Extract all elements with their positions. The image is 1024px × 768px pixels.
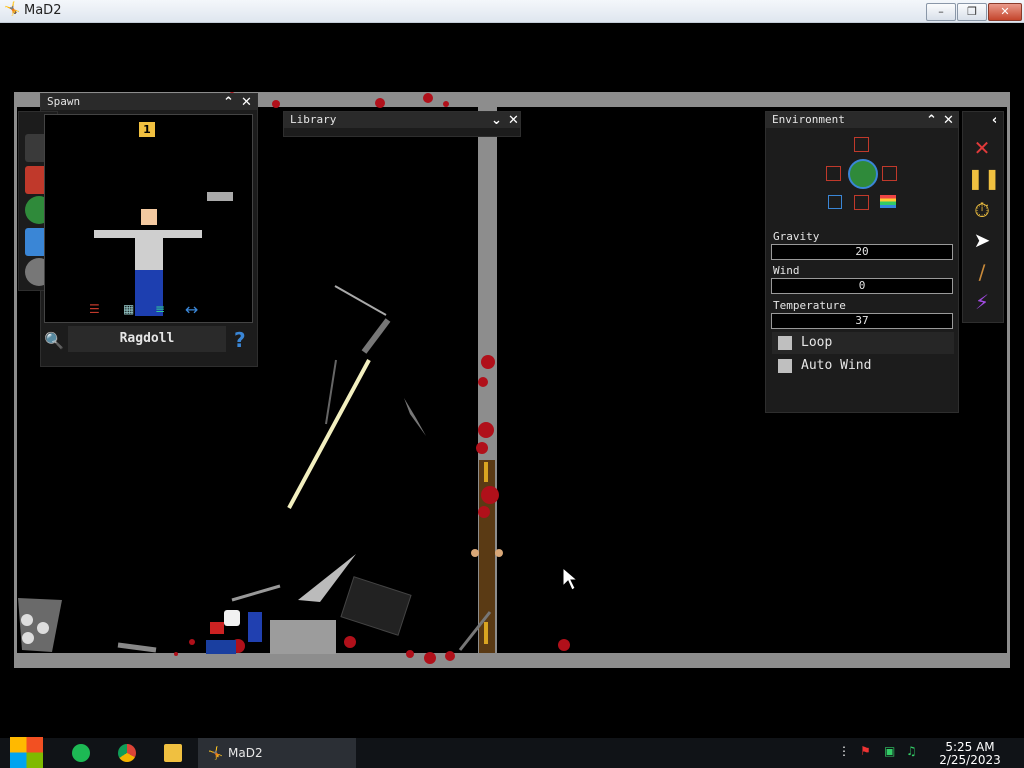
sliders-icon[interactable]: ☰ <box>89 302 105 316</box>
loop-checkbox[interactable] <box>778 336 792 350</box>
chrome-icon[interactable] <box>118 744 136 762</box>
taskbar-clock[interactable]: 5:25 AM 2/25/2023 <box>930 741 1010 767</box>
auto-wind-checkbox[interactable] <box>778 359 792 373</box>
volume-icon[interactable]: ♫ <box>906 744 917 758</box>
clear-icon[interactable]: ✕ <box>967 134 997 162</box>
app-icon: 🤸 <box>208 746 223 760</box>
wind-field[interactable]: 0 <box>771 278 953 294</box>
folder-icon[interactable] <box>164 744 182 762</box>
flip-icon[interactable]: ↔ <box>185 300 207 319</box>
edge-right-toggle[interactable] <box>882 166 897 181</box>
clock-date: 2/25/2023 <box>939 753 1001 767</box>
temperature-field[interactable]: 37 <box>771 313 953 329</box>
ragdoll-head <box>141 209 157 225</box>
ragdoll-torso <box>135 230 163 270</box>
stopwatch-icon[interactable]: ⏱ <box>967 196 997 224</box>
selected-item-name: Ragdoll <box>68 326 226 352</box>
edge-bottom-toggle[interactable] <box>854 195 869 210</box>
pointer-icon[interactable]: ➤ <box>967 226 997 254</box>
taskbar-app-mad2[interactable]: 🤸 MaD2 <box>198 738 356 768</box>
close-icon[interactable]: ✕ <box>506 113 521 128</box>
auto-wind-label: Auto Wind <box>801 358 872 373</box>
collapse-icon[interactable]: ⌃ <box>924 113 939 128</box>
close-icon[interactable]: ✕ <box>239 95 254 110</box>
temperature-label: Temperature <box>773 299 846 312</box>
more-icon[interactable]: ⋮ <box>838 744 850 758</box>
library-panel-title: Library <box>284 112 520 128</box>
dropdown-icon[interactable]: ⌄ <box>489 113 504 128</box>
count-badge: 1 <box>139 122 155 137</box>
gravity-label: Gravity <box>773 230 820 243</box>
flag-icon[interactable]: ⚑ <box>860 744 871 758</box>
preview-item <box>207 192 233 201</box>
collapse-icon[interactable]: ⌃ <box>221 95 236 110</box>
auto-wind-checkbox-row[interactable]: Auto Wind <box>772 355 954 377</box>
pause-icon[interactable]: ❚❚ <box>967 164 1001 192</box>
wrap-toggle[interactable] <box>828 195 842 209</box>
search-icon[interactable]: 🔍 <box>44 331 64 350</box>
knife-icon[interactable]: ∕ <box>967 258 997 286</box>
library-panel: Library ⌄ ✕ <box>283 111 521 137</box>
taskbar-app-label: MaD2 <box>228 746 263 760</box>
close-icon[interactable]: ✕ <box>941 113 956 128</box>
layers-icon[interactable]: ≡ <box>155 302 171 316</box>
collapse-tools-icon[interactable]: ‹ <box>987 113 1002 128</box>
start-button[interactable] <box>10 737 43 768</box>
lightning-icon[interactable]: ⚡ <box>967 288 997 316</box>
world-icon[interactable] <box>848 159 878 189</box>
network-icon[interactable]: ▣ <box>884 744 895 758</box>
edge-left-toggle[interactable] <box>826 166 841 181</box>
gravity-field[interactable]: 20 <box>771 244 953 260</box>
help-icon[interactable]: ? <box>234 328 252 352</box>
grid-icon[interactable]: ▦ <box>123 302 139 316</box>
loop-checkbox-row[interactable]: Loop <box>772 332 954 354</box>
spotify-icon[interactable] <box>72 744 90 762</box>
layers-icon[interactable] <box>880 195 896 208</box>
edge-top-toggle[interactable] <box>854 137 869 152</box>
spawn-preview[interactable]: 1 ☰ ▦ ≡ ↔ <box>44 114 253 323</box>
wind-label: Wind <box>773 264 800 277</box>
loop-label: Loop <box>801 335 833 350</box>
